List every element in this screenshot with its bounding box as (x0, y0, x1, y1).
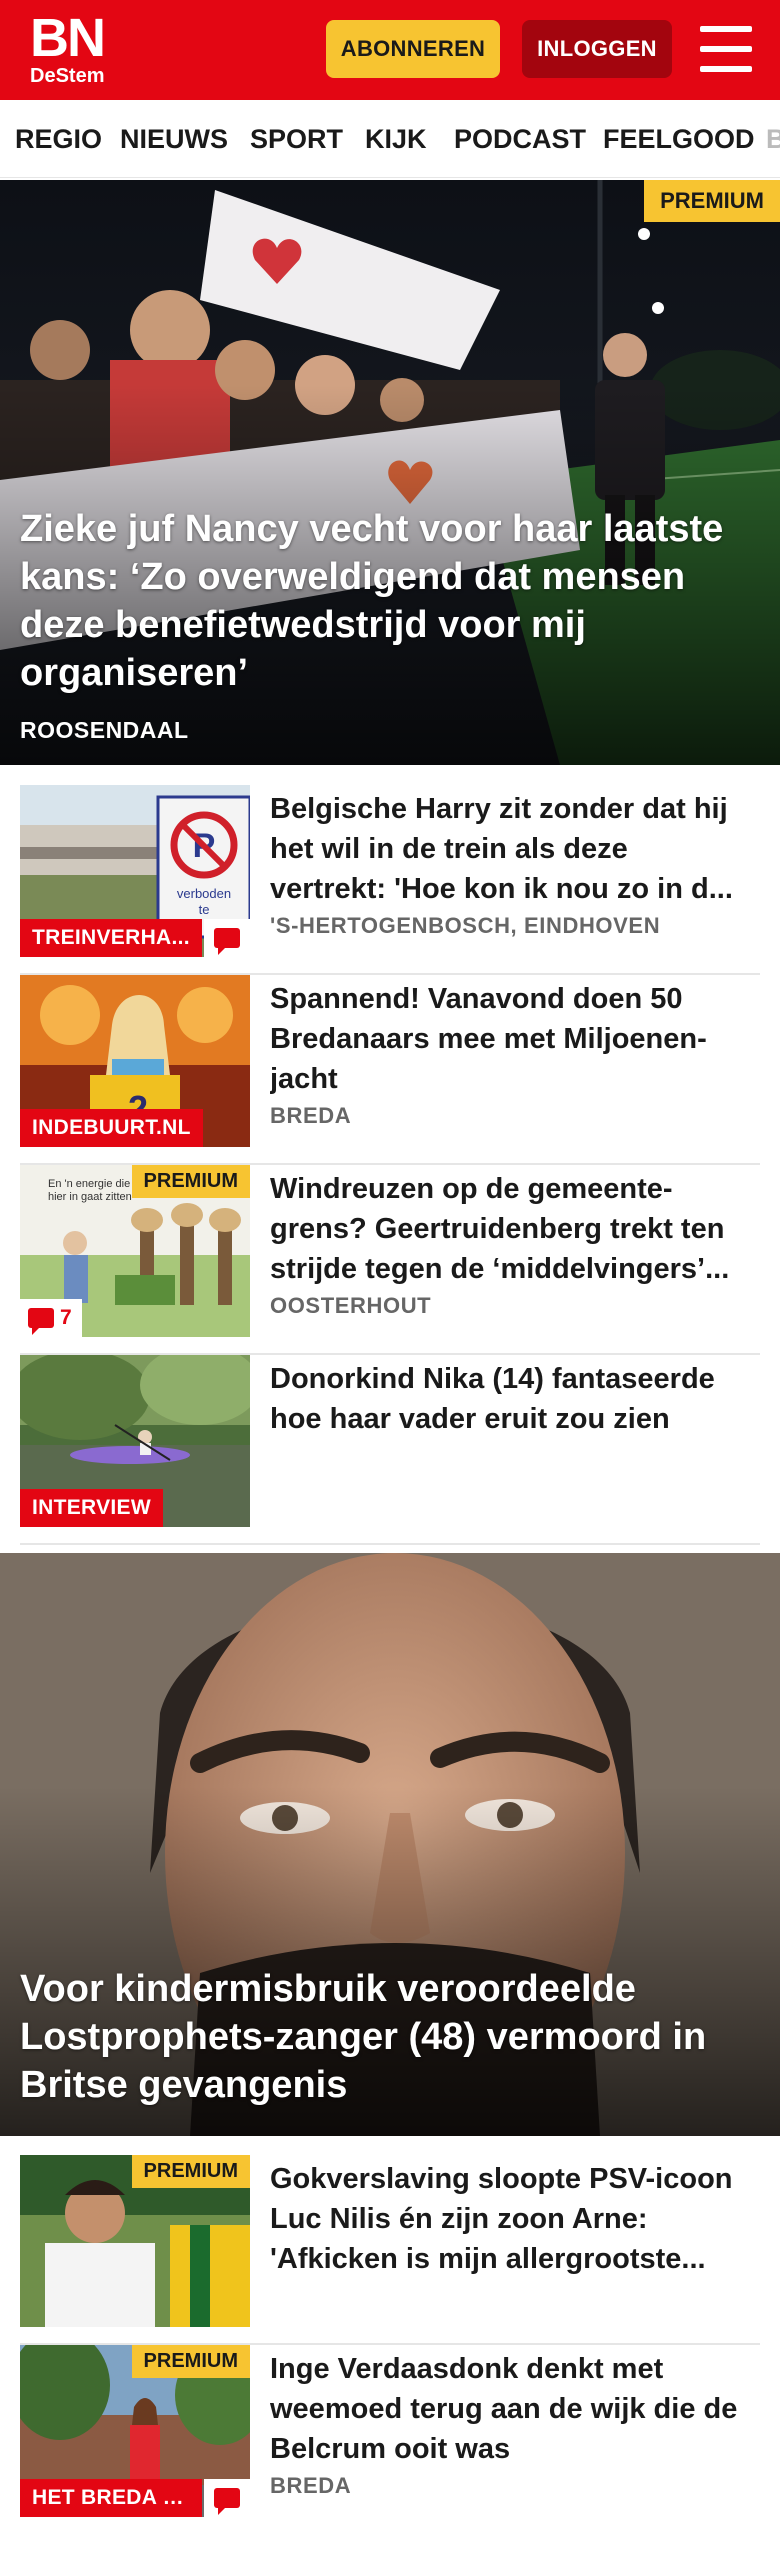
top-header: BN DeStem ABONNEREN INLOGGEN (0, 0, 780, 100)
cartoon-caption-2: hier in gaat zitten (48, 1191, 132, 1203)
menu-icon-bar (700, 46, 752, 52)
comment-count: 7 (20, 1299, 82, 1337)
premium-badge: PREMIUM (644, 180, 780, 222)
login-button[interactable]: INLOGGEN (522, 20, 672, 78)
menu-icon-bar (700, 66, 752, 72)
nav-item-regio[interactable]: REGIO (15, 100, 102, 177)
menu-icon[interactable] (700, 26, 752, 72)
hero-location: ROOSENDAAL (20, 717, 189, 743)
bn-destem-logo[interactable]: BN DeStem (30, 8, 110, 87)
article-location: BREDA (270, 1103, 352, 1128)
nav-item-feelgood[interactable]: FEELGOOD (603, 100, 755, 177)
article-thumbnail: PREMIUM (20, 2155, 250, 2327)
logo-sub-text: DeStem (30, 65, 105, 87)
premium-badge: PREMIUM (131, 2155, 250, 2188)
article-tag: HET BREDA V... (20, 2479, 202, 2517)
menu-icon-bar (700, 26, 752, 32)
article-thumbnail: P verboden te TREINVERHA... (20, 785, 250, 957)
hero-article-lostprophets[interactable]: Voor kindermisbruik veroordeelde Lostpro… (0, 1553, 780, 2136)
article-location: BREDA (270, 2473, 352, 2498)
hero-article-nancy[interactable]: PREMIUM Zieke juf Nancy vecht voor haar … (0, 180, 780, 765)
article-tag: INTERVIEW (20, 1489, 163, 1527)
list-item[interactable]: 2 INDEBUURT.NL Spannend! Vanavond doen 5… (20, 975, 760, 1165)
article-location: 'S-HERTOGENBOSCH, EINDHOVEN (270, 913, 661, 938)
comment-icon (204, 2479, 250, 2517)
comment-count-value: 7 (60, 1306, 72, 1329)
list-item[interactable]: En 'n energie die hier in gaat zitten PR… (20, 1165, 760, 1355)
article-location: OOSTERHOUT (270, 1293, 432, 1318)
article-title[interactable]: Inge Verdaasdonk denkt met weemoed terug… (270, 2349, 750, 2469)
nav-item-kijk[interactable]: KIJK (365, 100, 427, 177)
logo-main-text: BN (30, 8, 106, 68)
article-tag: INDEBUURT.NL (20, 1109, 203, 1147)
article-thumbnail: PREMIUM HET BREDA V... (20, 2345, 250, 2517)
article-title[interactable]: Windreuzen op de gemeente­grens? Geertru… (270, 1169, 750, 1289)
article-title[interactable]: Gokverslaving sloopte PSV-icoon Luc Nili… (270, 2159, 750, 2279)
article-title[interactable]: Donorkind Nika (14) fantaseerde hoe haar… (270, 1359, 750, 1439)
article-thumbnail: 2 INDEBUURT.NL (20, 975, 250, 1147)
list-item[interactable]: PREMIUM HET BREDA V... Inge Verdaasdonk … (20, 2345, 760, 2535)
article-title[interactable]: Spannend! Vanavond doen 50 Bredanaars me… (270, 979, 750, 1099)
list-item[interactable]: INTERVIEW Donorkind Nika (14) fantaseerd… (20, 1355, 760, 1545)
comment-icon (204, 919, 250, 957)
premium-badge: PREMIUM (131, 1165, 250, 1198)
premium-badge: PREMIUM (131, 2345, 250, 2378)
list-item[interactable]: PREMIUM Gokverslaving sloopte PSV-icoon … (20, 2155, 760, 2345)
hero-headline[interactable]: Voor kindermisbruik veroordeelde Lostpro… (20, 1965, 760, 2109)
cartoon-caption-1: En 'n energie die (48, 1178, 130, 1190)
list-item[interactable]: P verboden te TREINVERHA... Belgische Ha… (20, 785, 760, 975)
subscribe-button[interactable]: ABONNEREN (326, 20, 500, 78)
article-title[interactable]: Belgische Harry zit zonder dat hij het w… (270, 789, 750, 909)
sign-text-1: verboden (177, 886, 231, 901)
article-thumbnail: En 'n energie die hier in gaat zitten PR… (20, 1165, 250, 1337)
sign-text-2: te (199, 902, 210, 917)
article-thumbnail: INTERVIEW (20, 1355, 250, 1527)
article-tag: TREINVERHA... (20, 919, 202, 957)
nav-item-more[interactable]: B (766, 100, 780, 177)
nav-item-nieuws[interactable]: NIEUWS (120, 100, 228, 177)
nav-item-sport[interactable]: SPORT (250, 100, 343, 177)
section-nav: REGIO NIEUWS SPORT KIJK PODCAST FEELGOOD… (0, 100, 780, 178)
comment-icon (28, 1308, 54, 1335)
nav-item-podcast[interactable]: PODCAST (454, 100, 586, 177)
hero-headline[interactable]: Zieke juf Nancy vecht voor haar laatste … (20, 505, 760, 697)
